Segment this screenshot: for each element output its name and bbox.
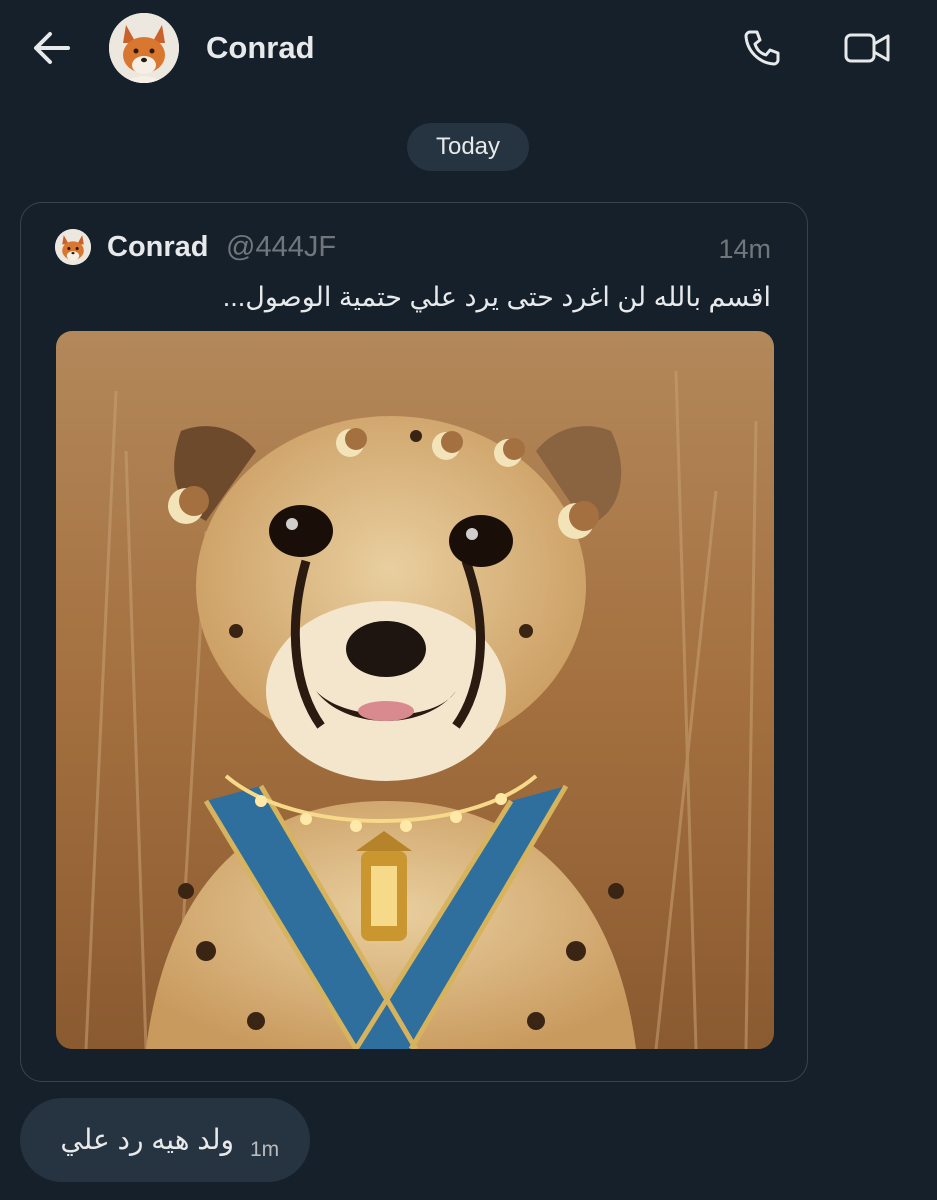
- date-separator: Today: [407, 123, 529, 171]
- tweet-author-handle[interactable]: @444JF: [226, 229, 336, 265]
- back-button[interactable]: [30, 26, 74, 70]
- tweet-text: اقسم بالله لن اغرد حتى يرد علي حتمية الو…: [222, 282, 771, 312]
- fox-avatar-icon: [55, 229, 91, 265]
- tweet-timestamp: 14m: [718, 234, 771, 264]
- tweet-image-cheetah[interactable]: [56, 331, 774, 1049]
- video-camera-icon: [844, 33, 890, 63]
- tweet-author-avatar[interactable]: [55, 229, 91, 265]
- conversation-header: Conrad: [0, 0, 937, 100]
- contact-avatar[interactable]: [109, 13, 179, 83]
- message-timestamp: 1m: [250, 1138, 280, 1161]
- cheetah-photo: [56, 331, 774, 1049]
- tweet-author-name[interactable]: Conrad: [107, 229, 209, 265]
- shared-tweet-card[interactable]: Conrad @444JF 14m اقسم بالله لن اغرد حتى…: [20, 202, 808, 1082]
- contact-name[interactable]: Conrad: [206, 30, 315, 66]
- fox-avatar-icon: [109, 13, 179, 83]
- arrow-left-icon: [34, 32, 70, 64]
- audio-call-button[interactable]: [738, 24, 786, 72]
- phone-icon: [744, 30, 780, 66]
- dm-conversation-screen: Conrad Today Conrad @444JF 14m اقسم بالل…: [0, 0, 937, 1200]
- message-text: ولد هيه رد علي: [60, 1124, 234, 1155]
- video-call-button[interactable]: [840, 24, 894, 72]
- message-bubble[interactable]: ولد هيه رد علي 1m: [20, 1098, 310, 1182]
